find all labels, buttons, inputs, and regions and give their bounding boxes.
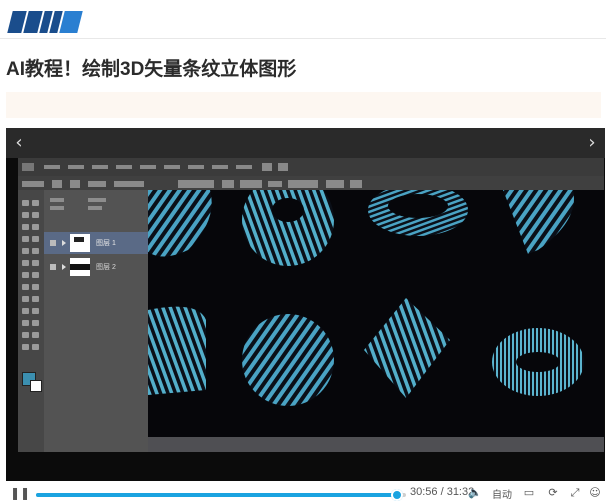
striped-shapes[interactable]	[148, 174, 584, 406]
app-toolbox[interactable]	[18, 190, 44, 452]
layers-panel[interactable]: 图层 1 图层 2	[44, 190, 148, 452]
fullscreen-icon[interactable]: ⤢	[568, 487, 582, 499]
danmaku-icon[interactable]: ▭	[522, 487, 536, 499]
layer-row[interactable]: 图层 1	[44, 232, 148, 254]
pause-icon[interactable]: ❚❚	[10, 487, 30, 499]
progress-handle[interactable]	[390, 489, 403, 501]
app-menubar	[18, 158, 604, 176]
layer-label: 图层 2	[96, 264, 116, 271]
artboard-canvas[interactable]	[148, 174, 604, 437]
player-topbar: ‹ ›	[6, 128, 605, 158]
site-logo[interactable]	[7, 3, 103, 33]
volume-icon[interactable]: 🔈	[468, 487, 482, 499]
chevron-left-icon[interactable]: ‹	[8, 128, 30, 158]
canvas-scroll-area	[148, 437, 604, 452]
page-title: AI教程！绘制3D矢量条纹立体图形	[6, 59, 297, 80]
layer-label: 图层 1	[96, 240, 116, 247]
chevron-right-icon[interactable]: ›	[581, 128, 603, 158]
stroke-swatch[interactable]	[30, 380, 42, 392]
layer-row[interactable]: 图层 2	[44, 256, 148, 278]
banner-strip	[6, 92, 601, 118]
progress-bar[interactable]	[36, 489, 406, 501]
quality-selector[interactable]: 自动	[492, 486, 512, 501]
app-options-bar	[18, 176, 604, 190]
player-controls: ❚❚	[0, 481, 606, 503]
emoji-icon[interactable]: ☺	[588, 487, 602, 499]
loop-icon[interactable]: ⟳	[546, 487, 560, 499]
time-display: 30:56 / 31:32	[410, 486, 475, 498]
progress-fill	[36, 493, 397, 497]
video-player[interactable]: ‹ › 图层 1 图层 2	[6, 128, 605, 503]
site-header	[0, 0, 606, 39]
